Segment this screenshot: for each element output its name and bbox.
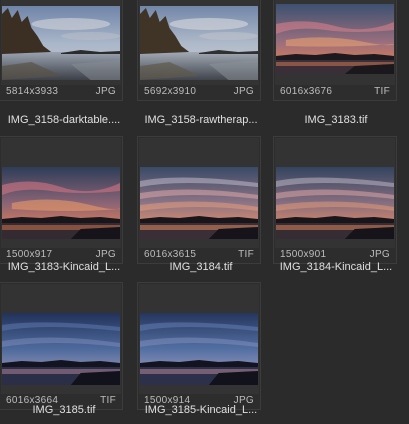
thumbnail-image xyxy=(140,6,258,80)
image-dimensions: 6016x3676 xyxy=(280,86,333,97)
thumbnail-image xyxy=(2,167,120,239)
file-name[interactable]: IMG_3185.tif xyxy=(0,404,130,416)
thumbnail-image xyxy=(140,313,258,385)
image-dimensions: 1500x917 xyxy=(6,249,53,260)
file-tile-5[interactable]: 6016x3615 TIF xyxy=(137,136,261,264)
thumbnail-image xyxy=(140,167,258,239)
file-name[interactable]: IMG_3158-rawtherap... xyxy=(135,114,267,126)
image-dimensions: 5692x3910 xyxy=(144,86,197,97)
file-format: TIF xyxy=(238,249,254,260)
file-tile-3[interactable]: 6016x3676 TIF xyxy=(273,0,397,101)
file-name[interactable]: IMG_3184-Kincaid_L... xyxy=(270,261,402,273)
file-tile-4[interactable]: 1500x917 JPG xyxy=(0,136,123,264)
file-name[interactable]: IMG_3158-darktable.... xyxy=(0,114,130,126)
file-name[interactable]: IMG_3183.tif xyxy=(270,114,402,126)
thumbnail-grid: 5814x3933 JPG IMG_3158-darktable.... 569… xyxy=(0,0,409,424)
file-name[interactable]: IMG_3183-Kincaid_L... xyxy=(0,261,130,273)
thumbnail-image xyxy=(2,313,120,385)
file-format: JPG xyxy=(95,249,116,260)
file-format: JPG xyxy=(95,86,116,97)
thumbnail-image xyxy=(276,167,394,239)
image-dimensions: 6016x3615 xyxy=(144,249,197,260)
file-tile-8[interactable]: 1500x914 JPG xyxy=(137,282,261,410)
file-tile-6[interactable]: 1500x901 JPG xyxy=(273,136,397,264)
image-dimensions: 1500x901 xyxy=(280,249,327,260)
image-dimensions: 5814x3933 xyxy=(6,86,59,97)
file-format: JPG xyxy=(233,86,254,97)
file-name[interactable]: IMG_3184.tif xyxy=(135,261,267,273)
file-format: TIF xyxy=(374,86,390,97)
file-tile-7[interactable]: 6016x3664 TIF xyxy=(0,282,123,410)
file-tile-2[interactable]: 5692x3910 JPG xyxy=(137,0,261,101)
thumbnail-image xyxy=(276,4,394,74)
file-name[interactable]: IMG_3185-Kincaid_L... xyxy=(135,404,267,416)
file-format: JPG xyxy=(369,249,390,260)
thumbnail-image xyxy=(2,6,120,80)
file-tile-1[interactable]: 5814x3933 JPG xyxy=(0,0,123,101)
